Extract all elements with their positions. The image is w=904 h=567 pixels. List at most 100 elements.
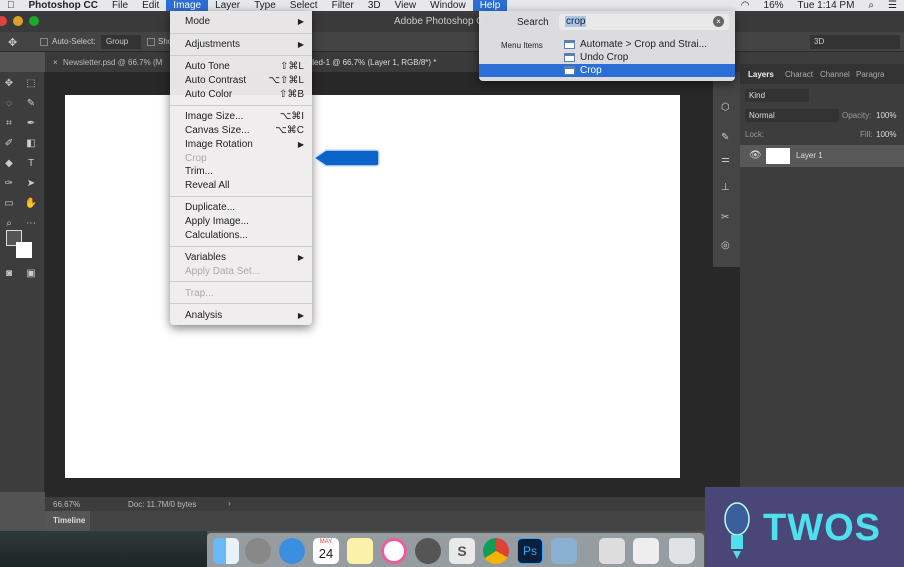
more-tools-icon[interactable]: ⋯ <box>24 218 38 230</box>
tab-close-icon[interactable]: × <box>53 58 58 67</box>
tab-channels[interactable]: Channel <box>820 70 850 79</box>
close-button[interactable] <box>0 16 7 26</box>
lasso-tool-icon[interactable]: ◌ <box>2 98 16 110</box>
stamp-icon[interactable]: ⊥ <box>721 182 730 193</box>
cc-libraries-icon[interactable]: ◎ <box>721 240 730 251</box>
menu-help[interactable]: Help <box>472 0 508 11</box>
zoom-button[interactable] <box>29 16 39 26</box>
wifi-icon[interactable]: ◠ <box>734 0 757 11</box>
menu-file[interactable]: File <box>105 0 135 11</box>
clock[interactable]: Tue 1:14 PM <box>791 0 862 11</box>
search-result[interactable]: Crop <box>479 64 735 77</box>
menu-item-image-size[interactable]: Image Size... ⌥⌘I <box>185 110 304 123</box>
menu-item-reveal-all[interactable]: Reveal All <box>185 179 304 192</box>
brush-tool-icon[interactable]: ✐ <box>2 138 16 150</box>
zoom-level[interactable]: 66.67% <box>53 500 80 509</box>
menu-layer[interactable]: Layer <box>208 0 247 11</box>
opacity-value[interactable]: 100% <box>876 111 896 120</box>
finder-icon[interactable] <box>213 538 239 564</box>
3d-panel-icon[interactable]: ⬡ <box>721 102 730 113</box>
menu-item-apply-image[interactable]: Apply Image... <box>185 215 304 228</box>
tab-paragraph[interactable]: Paragra <box>856 70 884 79</box>
notes-icon[interactable] <box>347 538 373 564</box>
menu-item-image-rotation[interactable]: Image Rotation ▶ <box>185 138 304 151</box>
show-transform-checkbox[interactable] <box>147 38 155 46</box>
kind-filter[interactable]: Kind <box>745 89 809 102</box>
menu-filter[interactable]: Filter <box>325 0 361 11</box>
screenshot-stack-icon[interactable] <box>633 538 659 564</box>
group-select[interactable]: Group <box>101 35 141 49</box>
system-preferences-icon[interactable] <box>415 538 441 564</box>
photoshop-icon[interactable]: Ps <box>517 538 543 564</box>
tab-timeline[interactable]: Timeline <box>45 511 90 531</box>
launchpad-icon[interactable] <box>245 538 271 564</box>
search-input[interactable]: crop × <box>559 14 729 30</box>
background-color[interactable] <box>16 242 32 258</box>
adjustments-icon[interactable]: ⚌ <box>721 154 730 165</box>
menu-window[interactable]: Window <box>423 0 473 11</box>
quick-mask-icon[interactable]: ◙ <box>2 268 16 280</box>
preview-icon[interactable] <box>551 538 577 564</box>
battery-status[interactable]: 16% <box>757 0 791 11</box>
quick-select-icon[interactable]: ✎ <box>24 98 38 110</box>
workspace-select[interactable]: 3D <box>810 35 900 49</box>
layer-row[interactable]: 👁 Layer 1 <box>740 145 904 167</box>
menu-view[interactable]: View <box>388 0 424 11</box>
trash-icon[interactable] <box>669 538 695 564</box>
eye-icon[interactable]: 👁 <box>749 150 762 161</box>
marquee-tool-icon[interactable]: ⬚ <box>24 78 38 90</box>
menu-item-trim[interactable]: Trim... <box>185 165 304 178</box>
crop-tool-icon[interactable]: ⌗ <box>2 118 16 130</box>
eyedropper-icon[interactable]: ✒ <box>24 118 38 130</box>
menu-3d[interactable]: 3D <box>361 0 388 11</box>
tab-untitled[interactable]: tled-1 @ 66.7% (Layer 1, RGB/8*) * <box>310 58 436 67</box>
slack-icon[interactable]: S <box>449 538 475 564</box>
menu-item-mode[interactable]: Mode ▶ <box>185 15 304 28</box>
auto-select-checkbox[interactable] <box>40 38 48 46</box>
apple-icon[interactable]:  <box>0 0 22 11</box>
menu-item-auto-color[interactable]: Auto Color ⇧⌘B <box>185 88 304 101</box>
status-arrow[interactable]: › <box>228 499 231 508</box>
menu-item-analysis[interactable]: Analysis ▶ <box>185 309 304 322</box>
menu-select[interactable]: Select <box>283 0 325 11</box>
menu-item-variables[interactable]: Variables ▶ <box>185 251 304 264</box>
menu-item-canvas-size[interactable]: Canvas Size... ⌥⌘C <box>185 124 304 137</box>
menu-image[interactable]: Image <box>166 0 209 11</box>
tab-newsletter[interactable]: Newsletter.psd @ 66.7% (M <box>63 58 162 67</box>
zoom-tool-icon[interactable]: ⌕ <box>2 218 16 230</box>
path-select-icon[interactable]: ➤ <box>24 178 38 190</box>
menu-item-auto-contrast[interactable]: Auto Contrast ⌥⇧⌘L <box>185 74 304 87</box>
clear-search-icon[interactable]: × <box>713 16 724 27</box>
pen-tool-icon[interactable]: ✑ <box>2 178 16 190</box>
itunes-icon[interactable] <box>381 538 407 564</box>
search-result[interactable]: Undo Crop <box>479 51 735 64</box>
type-tool-icon[interactable]: T <box>24 158 38 170</box>
tools-icon[interactable]: ✂ <box>721 212 729 223</box>
eraser-tool-icon[interactable]: ◧ <box>24 138 38 150</box>
tab-layers[interactable]: Layers <box>748 70 774 79</box>
move-tool-icon[interactable]: ✥ <box>2 78 16 90</box>
rectangle-tool-icon[interactable]: ▭ <box>2 198 16 210</box>
fill-value[interactable]: 100% <box>876 130 896 139</box>
menu-item-adjustments[interactable]: Adjustments ▶ <box>185 38 304 51</box>
calendar-icon[interactable]: MAY 24 <box>313 538 339 564</box>
screen-mode-icon[interactable]: ▣ <box>24 268 38 280</box>
app-menu[interactable]: Photoshop CC <box>22 0 105 11</box>
move-tool-icon[interactable]: ✥ <box>8 36 17 49</box>
menu-edit[interactable]: Edit <box>135 0 166 11</box>
document-stack-icon[interactable] <box>599 538 625 564</box>
hand-tool-icon[interactable]: ✋ <box>24 198 38 210</box>
menu-type[interactable]: Type <box>247 0 283 11</box>
brush-panel-icon[interactable]: ✎ <box>721 132 729 143</box>
safari-icon[interactable] <box>279 538 305 564</box>
bucket-tool-icon[interactable]: ◆ <box>2 158 16 170</box>
spotlight-icon[interactable]: ⌕ <box>861 0 881 11</box>
menu-item-duplicate[interactable]: Duplicate... <box>185 201 304 214</box>
chrome-icon[interactable] <box>483 538 509 564</box>
menu-item-auto-tone[interactable]: Auto Tone ⇧⌘L <box>185 60 304 73</box>
minimize-button[interactable] <box>13 16 23 26</box>
search-result[interactable]: Automate > Crop and Strai... <box>479 38 735 51</box>
menu-item-calculations[interactable]: Calculations... <box>185 229 304 242</box>
blend-mode-select[interactable]: Normal <box>745 109 839 122</box>
notification-icon[interactable]: ☰ <box>881 0 904 11</box>
